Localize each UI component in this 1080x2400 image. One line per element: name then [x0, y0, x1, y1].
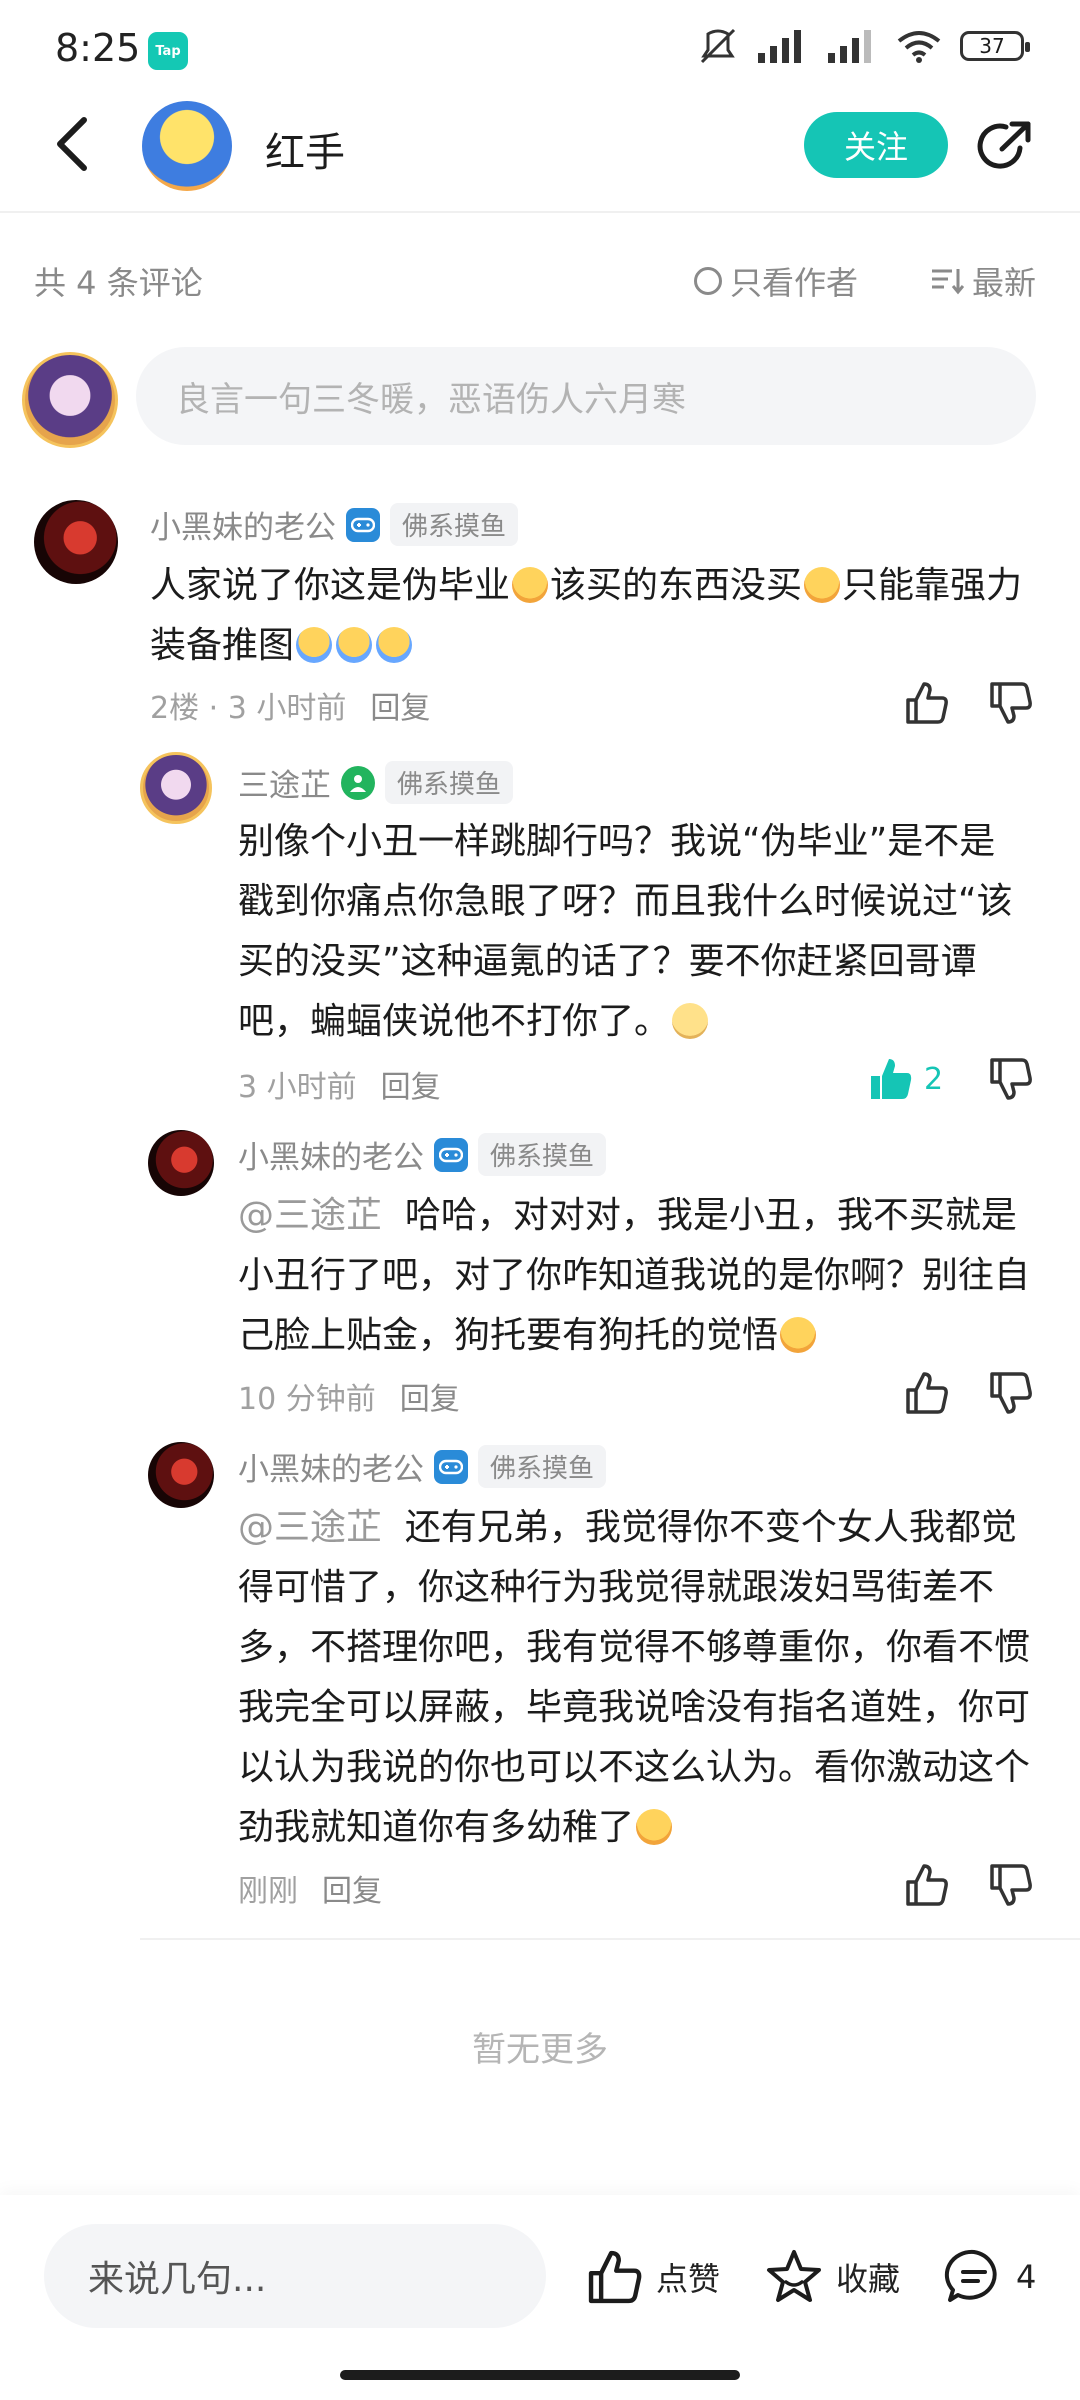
sweat-emoji-icon	[672, 1003, 709, 1039]
commenter-avatar[interactable]	[148, 1130, 214, 1196]
sort-button[interactable]: 最新	[930, 258, 1036, 304]
thumbs-down-icon[interactable]	[988, 1862, 1034, 1908]
smirk-emoji-icon	[512, 567, 549, 603]
comment-time: 3 小时前	[238, 1070, 357, 1105]
comment-username[interactable]: 三途芷	[238, 760, 331, 805]
comment-time: 10 分钟前	[238, 1382, 376, 1417]
comment-floor: 2楼	[150, 691, 200, 726]
favorite-button[interactable]: 收藏	[764, 2248, 900, 2306]
reply-button[interactable]: 回复	[370, 683, 430, 727]
home-indicator[interactable]	[340, 2370, 740, 2380]
verified-user-icon	[341, 765, 375, 800]
taptap-app-icon: Tap	[148, 32, 188, 70]
thumbs-up-icon[interactable]	[904, 1370, 950, 1416]
comment-text: 人家说了你这是伪毕业 该买的东西没买 只能靠强力装备推图	[150, 565, 1023, 666]
sort-icon	[932, 269, 964, 295]
comment-meta: 刚刚 回复	[238, 1866, 382, 1910]
bottom-comment-input[interactable]: 来说几句...	[44, 2224, 546, 2328]
header-divider	[0, 211, 1080, 213]
thumbs-down-icon[interactable]	[988, 1056, 1034, 1102]
cry-emoji-icon	[376, 627, 413, 663]
comment-input[interactable]: 良言一句三冬暖，恶语伤人六月寒	[136, 347, 1036, 445]
mention-link[interactable]: @三途芷	[238, 1195, 382, 1236]
radio-circle-icon	[694, 267, 722, 295]
user-tag: 佛系摸鱼	[478, 1133, 607, 1176]
thumbs-up-icon[interactable]	[904, 1862, 950, 1908]
comment-text: 别像个小丑一样跳脚行吗？我说“伪毕业”是不是戳到你痛点你急眼了呀？而且我什么时候…	[238, 821, 1013, 1042]
comment-time: 3 小时前	[227, 691, 347, 726]
comment-author-row: 三途芷 佛系摸鱼	[238, 760, 514, 805]
gamepad-badge-icon	[434, 1137, 468, 1172]
back-arrow-icon[interactable]	[50, 114, 94, 174]
thumbs-down-icon[interactable]	[988, 680, 1034, 726]
thumbs-up-icon[interactable]	[904, 680, 950, 726]
comment-count-badge: 4	[1016, 2258, 1037, 2296]
only-author-label: 只看作者	[730, 264, 859, 302]
follow-button[interactable]: 关注	[804, 112, 948, 178]
page-title: 红手	[265, 130, 345, 176]
comment-meta: 3 小时前 回复	[238, 1062, 441, 1106]
comment-username[interactable]: 小黑妹的老公	[238, 1132, 424, 1177]
commenter-avatar[interactable]	[140, 752, 212, 824]
comment-author-row: 小黑妹的老公 佛系摸鱼	[150, 502, 519, 547]
comment-button[interactable]: 4	[944, 2248, 1036, 2306]
star-icon	[767, 2250, 821, 2302]
user-tag: 佛系摸鱼	[478, 1445, 607, 1488]
my-avatar	[22, 352, 118, 448]
comment-text: @三途芷 哈哈，对对对，我是小丑，我不买就是小丑行了吧，对了你咋知道我说的是你啊…	[238, 1195, 1031, 1356]
cry-emoji-icon	[336, 627, 373, 663]
mute-icon	[700, 28, 736, 64]
comment-author-row: 小黑妹的老公 佛系摸鱼	[238, 1444, 607, 1489]
favorite-label: 收藏	[836, 2260, 901, 2298]
author-avatar[interactable]	[142, 101, 232, 191]
gamepad-badge-icon	[434, 1449, 468, 1484]
comment-author-row: 小黑妹的老公 佛系摸鱼	[238, 1132, 607, 1177]
thread-divider	[140, 1938, 1080, 1940]
share-icon[interactable]	[976, 118, 1034, 176]
smile-emoji-icon	[804, 567, 841, 603]
comment-meta: 2楼 · 3 小时前 回复	[150, 683, 430, 727]
comment-text: @三途芷 还有兄弟，我觉得你不变个女人我都觉得可惜了，你这种行为我觉得就跟泼妇骂…	[238, 1507, 1031, 1848]
no-more-text: 暂无更多	[472, 2030, 608, 2070]
only-author-toggle[interactable]: 只看作者	[694, 258, 858, 304]
like-button-active[interactable]: 2	[868, 1056, 943, 1102]
reply-button[interactable]: 回复	[400, 1374, 460, 1418]
comment-count: 共 4 条评论	[34, 264, 203, 302]
signal-icon-2	[828, 30, 871, 63]
wifi-icon	[897, 31, 941, 63]
system-icons: 37	[698, 28, 1030, 64]
thumbs-down-icon[interactable]	[988, 1370, 1034, 1416]
like-count: 2	[924, 1061, 944, 1097]
smirk-emoji-icon	[780, 1317, 817, 1353]
thumbs-up-filled-icon	[871, 1059, 912, 1099]
commenter-avatar[interactable]	[34, 500, 118, 584]
status-time: 8:25	[55, 26, 141, 70]
comment-username[interactable]: 小黑妹的老公	[238, 1444, 424, 1489]
smirk-emoji-icon	[636, 1809, 673, 1845]
user-tag: 佛系摸鱼	[390, 503, 519, 546]
commenter-avatar[interactable]	[148, 1442, 214, 1508]
sort-label: 最新	[972, 264, 1037, 302]
comment-time: 刚刚	[238, 1874, 298, 1909]
mention-link[interactable]: @三途芷	[238, 1507, 382, 1548]
comment-bubble-icon	[944, 2249, 997, 2302]
reply-button[interactable]: 回复	[322, 1866, 382, 1910]
gamepad-badge-icon	[346, 507, 380, 542]
user-tag: 佛系摸鱼	[385, 761, 514, 804]
like-label: 点赞	[656, 2260, 721, 2298]
signal-icon	[758, 30, 801, 63]
comment-username[interactable]: 小黑妹的老公	[150, 502, 336, 547]
comment-meta: 10 分钟前 回复	[238, 1374, 460, 1418]
thumbs-up-icon	[588, 2250, 642, 2304]
like-post-button[interactable]: 点赞	[586, 2248, 720, 2306]
cry-emoji-icon	[296, 627, 333, 663]
reply-button[interactable]: 回复	[381, 1062, 441, 1106]
battery-indicator: 37	[960, 31, 1030, 61]
status-bar: 8:25 Tap 37	[0, 0, 1080, 92]
